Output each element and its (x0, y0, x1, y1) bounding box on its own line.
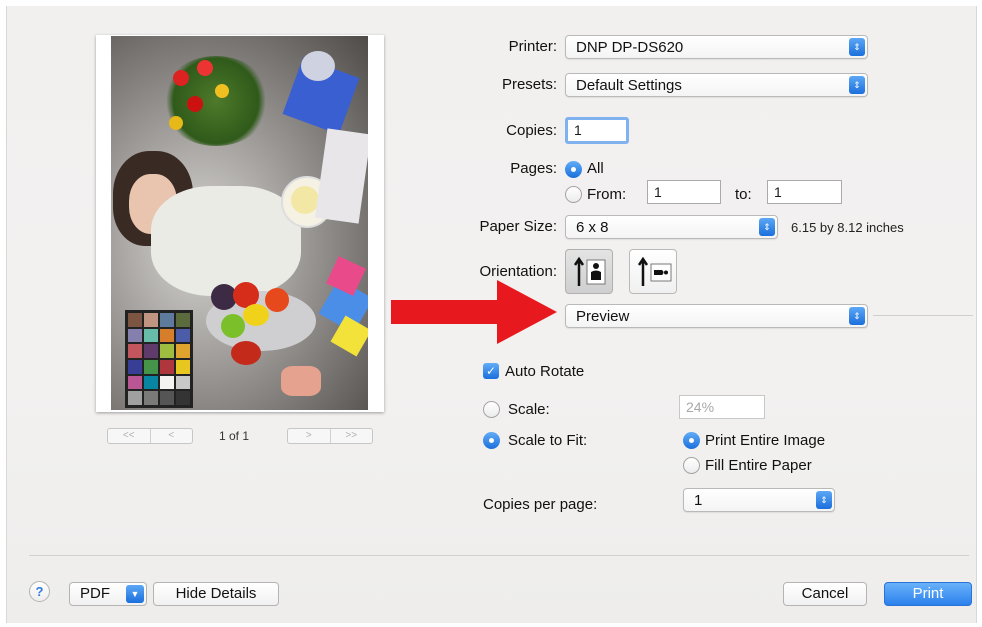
portrait-icon (573, 256, 606, 286)
last-page-button[interactable]: >> (329, 429, 373, 443)
scale-field[interactable]: 24% (679, 395, 765, 419)
hide-details-button[interactable]: Hide Details (153, 582, 279, 606)
print-button[interactable]: Print (884, 582, 972, 606)
orientation-portrait-button[interactable] (565, 249, 613, 294)
printer-label: Printer: (508, 38, 557, 55)
color-checker (125, 310, 193, 408)
preview-back-buttons[interactable]: << < (107, 428, 193, 444)
paper-dimensions: 6.15 by 8.12 inches (791, 220, 904, 235)
help-button[interactable]: ? (29, 581, 50, 602)
presets-value: Default Settings (576, 77, 682, 94)
copies-per-page-popup[interactable]: 1 ⇕ (683, 488, 835, 512)
printer-popup[interactable]: DNP DP-DS620 ⇕ (565, 35, 868, 59)
preview-forward-buttons[interactable]: > >> (287, 428, 373, 444)
pdf-label: PDF (80, 585, 110, 602)
previous-page-button[interactable]: < (149, 429, 193, 443)
section-popup[interactable]: Preview ⇕ (565, 304, 868, 328)
red-arrow-annotation (391, 280, 557, 344)
auto-rotate-checkbox[interactable]: ✓ (483, 363, 499, 379)
print-entire-image-label: Print Entire Image (705, 432, 826, 449)
pages-label: Pages: (510, 160, 557, 177)
pages-all-radio[interactable] (565, 161, 582, 178)
updown-arrows-icon: ⇕ (849, 38, 865, 56)
pages-from-radio[interactable] (565, 186, 582, 203)
preview-photo (111, 36, 368, 410)
section-popup-value: Preview (576, 308, 630, 325)
copies-per-page-value: 1 (694, 492, 703, 509)
pages-all-label: All (587, 160, 604, 177)
updown-arrows-icon: ⇕ (759, 218, 775, 236)
preview-page (96, 35, 384, 412)
paper-size-label: Paper Size: (479, 218, 557, 235)
pages-from-label: From: (587, 186, 627, 203)
auto-rotate-label: Auto Rotate (505, 363, 585, 380)
copies-per-page-label: Copies per page: (483, 496, 598, 513)
copies-field[interactable]: 1 (565, 117, 629, 144)
help-icon: ? (35, 584, 44, 599)
paper-size-popup[interactable]: 6 x 8 ⇕ (565, 215, 778, 239)
print-entire-image-radio[interactable] (683, 432, 700, 449)
next-page-button[interactable]: > (288, 429, 330, 443)
paper-size-value: 6 x 8 (576, 219, 609, 236)
orientation-landscape-button[interactable] (629, 249, 677, 294)
presets-popup[interactable]: Default Settings ⇕ (565, 73, 868, 97)
fill-entire-paper-radio[interactable] (683, 457, 700, 474)
fill-entire-paper-label: Fill Entire Paper (705, 457, 812, 474)
scale-radio[interactable] (483, 401, 500, 418)
first-page-button[interactable]: << (108, 429, 150, 443)
pages-to-field[interactable]: 1 (767, 180, 842, 204)
landscape-icon (637, 256, 672, 286)
scale-label: Scale: (508, 401, 550, 418)
print-dialog: << < 1 of 1 > >> Printer: DNP DP-DS620 ⇕… (6, 6, 977, 623)
presets-label: Presets: (501, 76, 557, 93)
scale-to-fit-label: Scale to Fit: (508, 432, 588, 449)
page-indicator: 1 of 1 (219, 429, 250, 443)
printer-value: DNP DP-DS620 (576, 39, 684, 56)
pages-from-field[interactable]: 1 (647, 180, 721, 204)
scale-to-fit-radio[interactable] (483, 432, 500, 449)
footer-divider (29, 555, 969, 556)
copies-label: Copies: (506, 122, 557, 139)
pdf-menu-button[interactable]: PDF ▼ (69, 582, 147, 606)
cancel-button[interactable]: Cancel (783, 582, 867, 606)
updown-arrows-icon: ⇕ (816, 491, 832, 509)
chevron-down-icon: ▼ (126, 585, 144, 603)
updown-arrows-icon: ⇕ (849, 307, 865, 325)
updown-arrows-icon: ⇕ (849, 76, 865, 94)
pages-to-label: to: (735, 186, 752, 203)
separator-line (873, 315, 973, 316)
